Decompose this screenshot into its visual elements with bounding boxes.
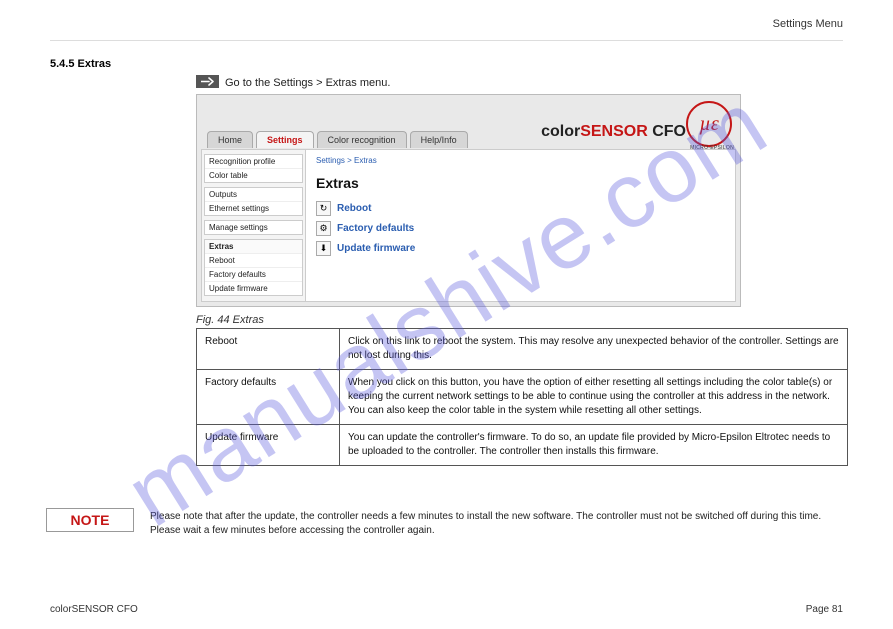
- content-title: Extras: [316, 175, 725, 191]
- sidebar-item-outputs[interactable]: Outputs: [205, 188, 302, 202]
- sidebar-item-update-firmware[interactable]: Update firmware: [205, 282, 302, 295]
- action-reboot-label: Reboot: [337, 203, 371, 214]
- figure-caption: Fig. 44 Extras: [196, 314, 264, 326]
- sidebar-item-manage-settings[interactable]: Manage settings: [205, 221, 302, 234]
- tab-settings[interactable]: Settings: [256, 131, 314, 148]
- sidebar-item-reboot[interactable]: Reboot: [205, 254, 302, 268]
- reboot-icon: ↻: [316, 201, 331, 216]
- brand-logo-icon: µɛ: [686, 101, 732, 147]
- table-row: Update firmware You can update the contr…: [197, 425, 848, 466]
- note-text: Please note that after the update, the c…: [150, 510, 840, 538]
- page-header-title: Settings Menu: [773, 18, 843, 30]
- embedded-app-window: Home Settings Color recognition Help/Inf…: [196, 94, 741, 307]
- sidebar-item-factory-defaults[interactable]: Factory defaults: [205, 268, 302, 282]
- description-table: Reboot Click on this link to reboot the …: [196, 328, 848, 466]
- tab-help-info[interactable]: Help/Info: [410, 131, 468, 148]
- table-value: When you click on this button, you have …: [340, 370, 848, 425]
- table-value: Click on this link to reboot the system.…: [340, 329, 848, 370]
- chapter-heading: 5.4.5 Extras: [50, 58, 111, 70]
- sidebar-item-recognition-profile[interactable]: Recognition profile: [205, 155, 302, 169]
- gear-icon: ⚙: [316, 221, 331, 236]
- sidebar-item-color-table[interactable]: Color table: [205, 169, 302, 182]
- table-key: Update firmware: [197, 425, 340, 466]
- action-factory-defaults[interactable]: ⚙ Factory defaults: [316, 221, 725, 236]
- arrow-right-icon: [196, 75, 219, 88]
- footer-left: colorSENSOR CFO: [50, 604, 138, 615]
- action-reboot[interactable]: ↻ Reboot: [316, 201, 725, 216]
- brand-title: colorSENSOR CFO: [541, 123, 686, 141]
- table-key: Reboot: [197, 329, 340, 370]
- sidebar-heading-extras: Extras: [205, 240, 302, 254]
- instruction-text: Go to the Settings > Extras menu.: [225, 76, 390, 90]
- table-value: You can update the controller's firmware…: [340, 425, 848, 466]
- action-update-firmware[interactable]: ⬇ Update firmware: [316, 241, 725, 256]
- footer-right: Page 81: [806, 604, 843, 615]
- action-factory-defaults-label: Factory defaults: [337, 223, 414, 234]
- table-row: Factory defaults When you click on this …: [197, 370, 848, 425]
- tab-bar: Home Settings Color recognition Help/Inf…: [207, 131, 471, 148]
- table-row: Reboot Click on this link to reboot the …: [197, 329, 848, 370]
- action-update-firmware-label: Update firmware: [337, 243, 415, 254]
- table-key: Factory defaults: [197, 370, 340, 425]
- sidebar: Recognition profile Color table Outputs …: [202, 150, 306, 301]
- tab-home[interactable]: Home: [207, 131, 253, 148]
- note-label: NOTE: [46, 508, 134, 532]
- tab-color-recognition[interactable]: Color recognition: [317, 131, 407, 148]
- sidebar-item-ethernet-settings[interactable]: Ethernet settings: [205, 202, 302, 215]
- download-icon: ⬇: [316, 241, 331, 256]
- breadcrumb: Settings > Extras: [316, 156, 725, 165]
